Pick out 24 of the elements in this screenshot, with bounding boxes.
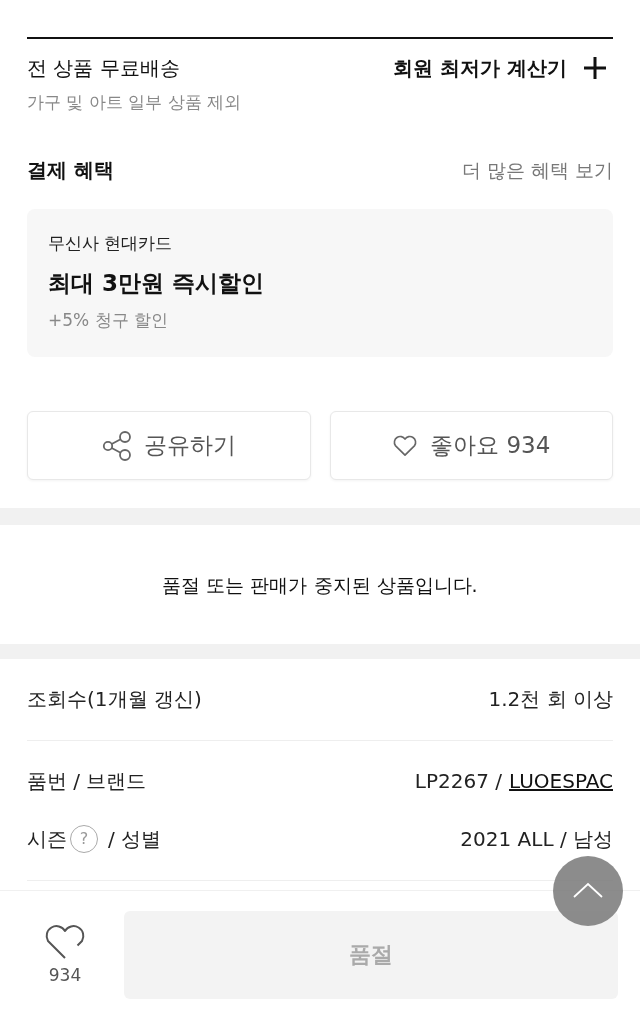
info-label: 시즌 [27,826,67,853]
share-icon [101,430,132,461]
plus-icon [583,56,607,80]
section-title: 결제 혜택 [27,157,114,184]
info-label: / 성별 [108,826,162,853]
chevron-up-icon [573,882,603,898]
sold-out-notice: 품절 또는 판매가 중지된 상품입니다. [162,572,478,598]
card-issuer: 무신사 현대카드 [48,232,173,255]
info-label: 조회수(1개월 갱신) [27,686,202,713]
calculator-button[interactable]: 회원 최저가 계산기 [393,54,607,82]
info-value: 2021 ALL / 남성 [460,826,613,853]
brand-link[interactable]: LUOESPAC [509,767,613,795]
discount-headline: 최대 3만원 즉시할인 [48,269,265,298]
like-button[interactable]: 934 [25,911,105,986]
info-value: LP2267 / [414,768,503,795]
info-label: 품번 / 브랜드 [27,768,147,795]
shipping-title: 전 상품 무료배송 [27,55,180,82]
extra-discount: +5% 청구 할인 [48,309,169,332]
shipping-note: 가구 및 아트 일부 상품 제외 [27,91,242,114]
like-button[interactable]: 좋아요 934 [329,411,613,480]
more-benefits-link[interactable]: 더 많은 혜택 보기 [461,156,613,184]
info-value: 1.2천 회 이상 [488,686,613,713]
share-button[interactable]: 공유하기 [27,411,311,480]
heart-icon [392,434,419,457]
